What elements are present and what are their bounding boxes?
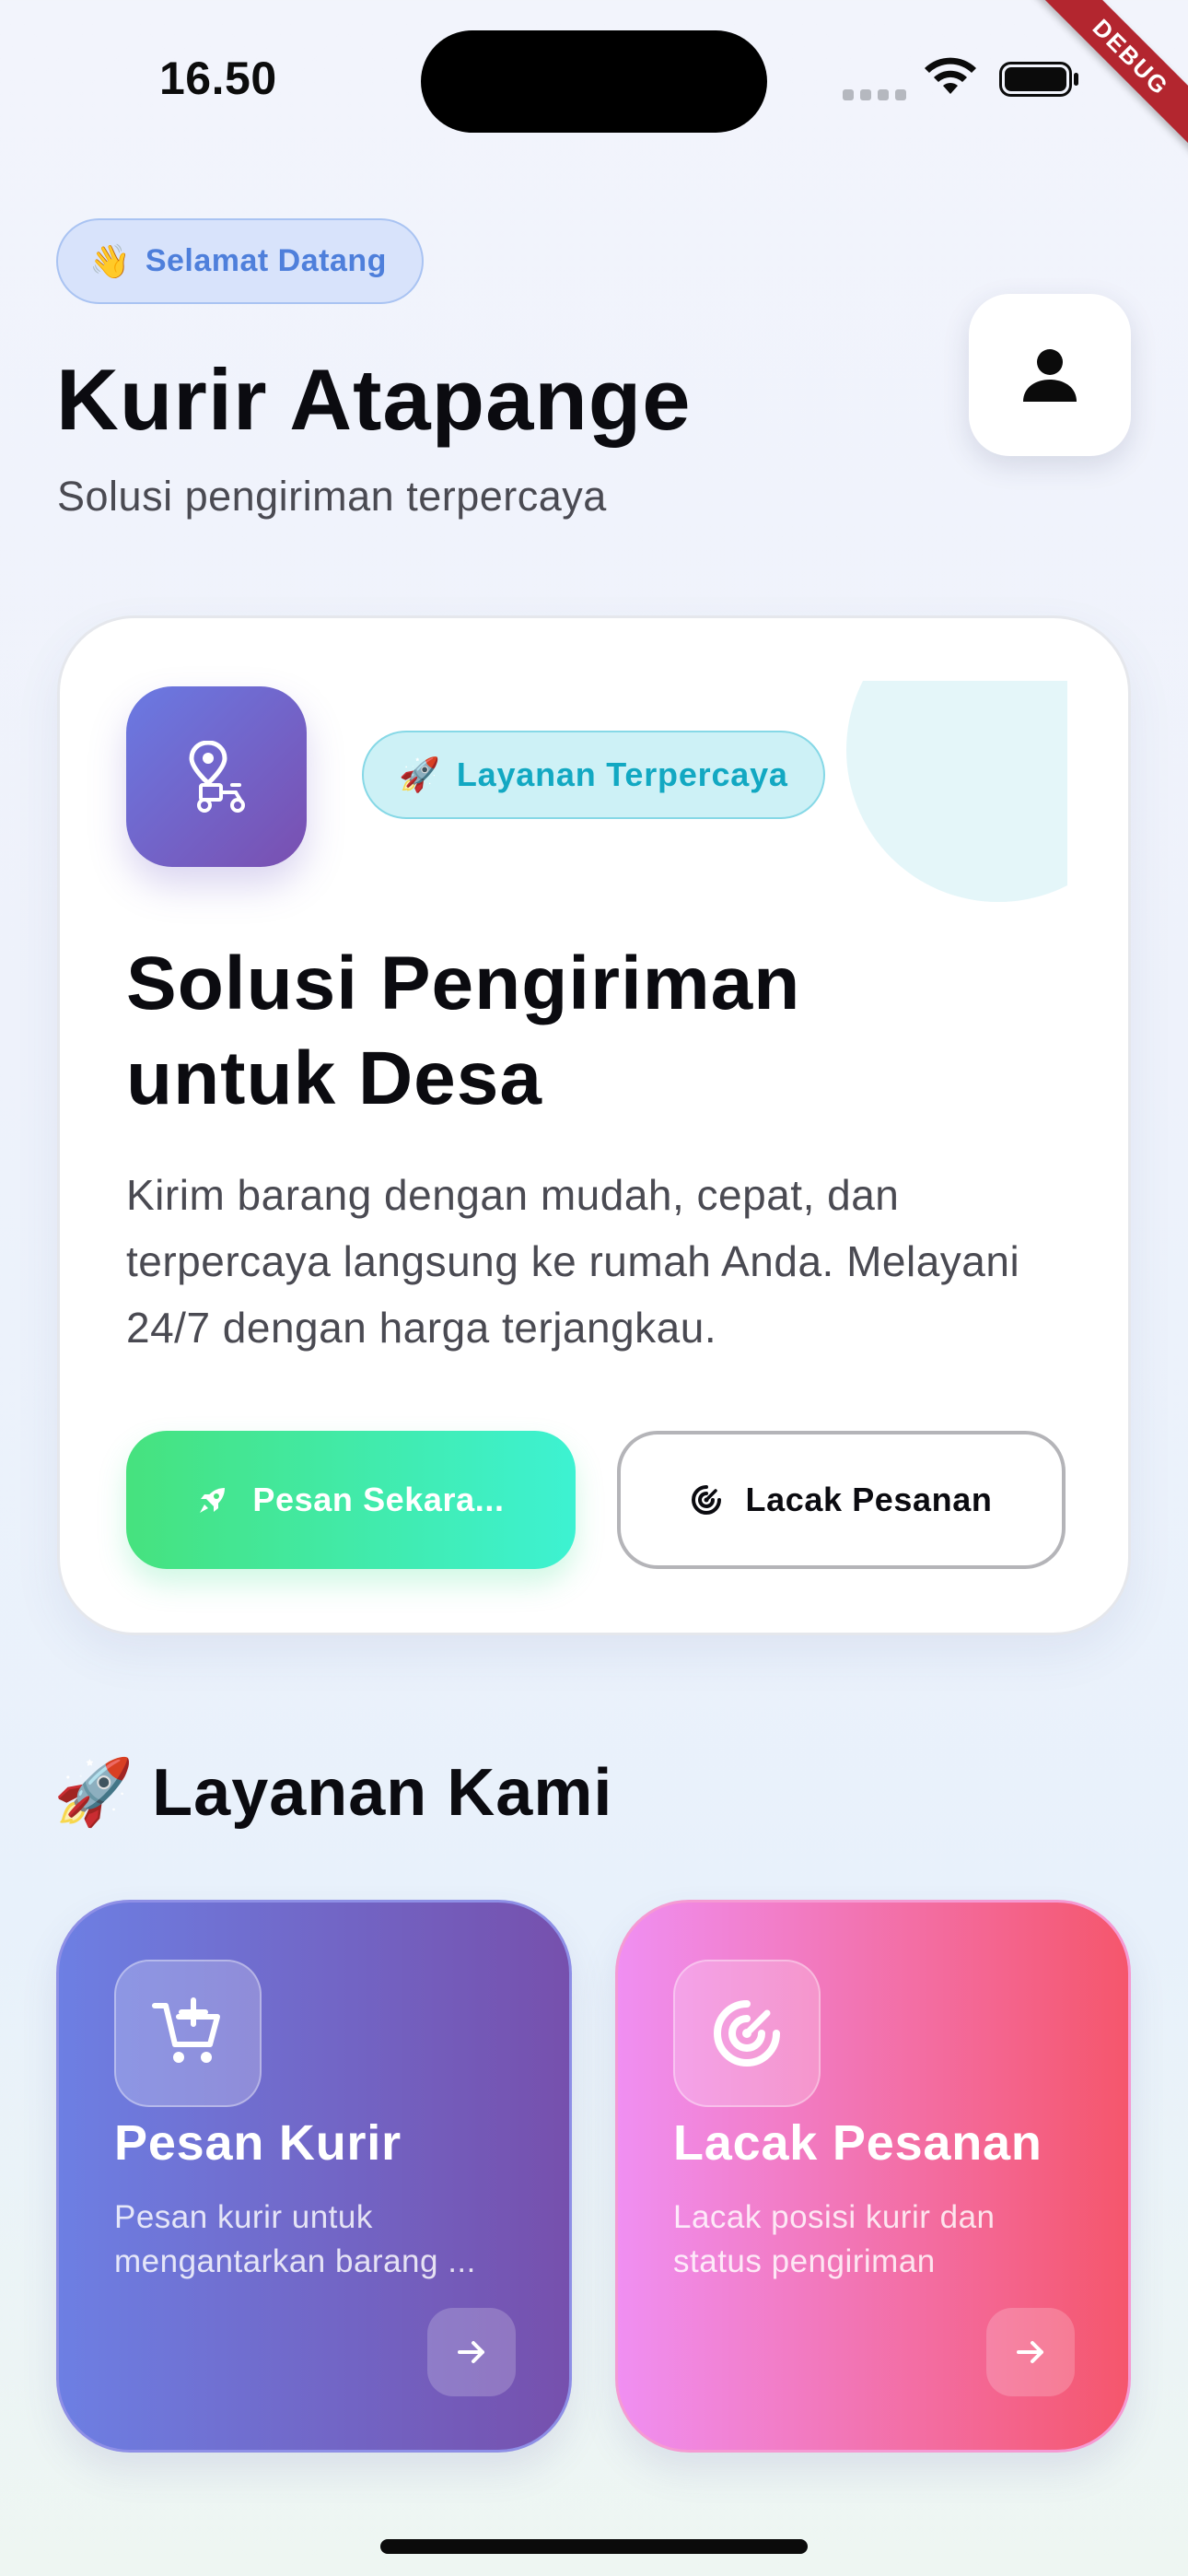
rocket-icon: 🚀	[399, 755, 440, 793]
service-card-order-courier[interactable]: Pesan Kurir Pesan kurir untuk mengantark…	[56, 1900, 572, 2453]
add-cart-icon	[152, 1997, 220, 2063]
service-icon-tile	[114, 1960, 262, 2107]
profile-button[interactable]	[969, 294, 1131, 456]
rocket-icon	[200, 1488, 226, 1513]
service-arrow-button[interactable]	[427, 2308, 516, 2396]
service-title: Lacak Pesanan	[673, 2115, 1042, 2171]
track-order-label: Lacak Pesanan	[745, 1481, 993, 1518]
battery-icon	[999, 62, 1078, 97]
rocket-icon: 🚀	[53, 1756, 134, 1828]
wifi-icon	[925, 57, 976, 94]
hero-card: 🚀 Layanan Terpercaya Solusi Pengiriman u…	[57, 615, 1131, 1635]
arrow-right-icon	[1017, 2341, 1043, 2363]
services-title-text: Layanan Kami	[152, 1756, 613, 1830]
dynamic-island	[421, 30, 767, 133]
track-radar-icon	[691, 1485, 721, 1515]
services-section-title: 🚀 Layanan Kami	[53, 1755, 612, 1831]
hero-heading: Solusi Pengiriman untuk Desa	[126, 936, 1010, 1126]
order-now-button[interactable]: Pesan Sekara...	[126, 1431, 576, 1569]
home-indicator[interactable]	[380, 2539, 808, 2554]
service-description: Lacak posisi kurir dan status pengiriman	[673, 2195, 1078, 2284]
track-order-button[interactable]: Lacak Pesanan	[617, 1431, 1066, 1569]
person-icon	[1023, 349, 1077, 402]
trusted-service-text: Layanan Terpercaya	[456, 755, 788, 793]
hero-heading-line2: untuk Desa	[126, 1036, 542, 1120]
cellular-signal-icon	[843, 89, 906, 100]
courier-scooter-icon	[189, 741, 245, 813]
app-subtitle: Solusi pengiriman terpercaya	[57, 473, 607, 520]
hero-icon-tile	[126, 686, 307, 867]
track-radar-icon	[714, 2000, 780, 2067]
trusted-service-badge: 🚀 Layanan Terpercaya	[362, 731, 825, 819]
service-icon-tile	[673, 1960, 821, 2107]
order-now-label: Pesan Sekara...	[252, 1481, 505, 1518]
service-description-line2: status pengiriman	[673, 2243, 936, 2279]
service-title: Pesan Kurir	[114, 2115, 402, 2171]
app-title: Kurir Atapange	[56, 351, 692, 448]
waving-hand-icon: 👋	[89, 241, 131, 280]
hero-description: Kirim barang dengan mudah, cepat, dan te…	[126, 1171, 1020, 1352]
service-arrow-button[interactable]	[986, 2308, 1075, 2396]
service-card-track-order[interactable]: Lacak Pesanan Lacak posisi kurir dan sta…	[615, 1900, 1131, 2453]
welcome-text: Selamat Datang	[145, 243, 387, 278]
service-description: Pesan kurir untuk mengantarkan barang ..…	[114, 2195, 519, 2284]
service-description-line1: Lacak posisi kurir dan	[673, 2199, 996, 2235]
status-time: 16.50	[159, 53, 277, 104]
welcome-badge: 👋 Selamat Datang	[56, 218, 424, 304]
hero-heading-line1: Solusi Pengiriman	[126, 942, 801, 1025]
service-description-line2: mengantarkan barang ...	[114, 2243, 476, 2279]
service-description-line1: Pesan kurir untuk	[114, 2199, 373, 2235]
arrow-right-icon	[458, 2341, 484, 2363]
decorative-circle	[846, 681, 1067, 902]
